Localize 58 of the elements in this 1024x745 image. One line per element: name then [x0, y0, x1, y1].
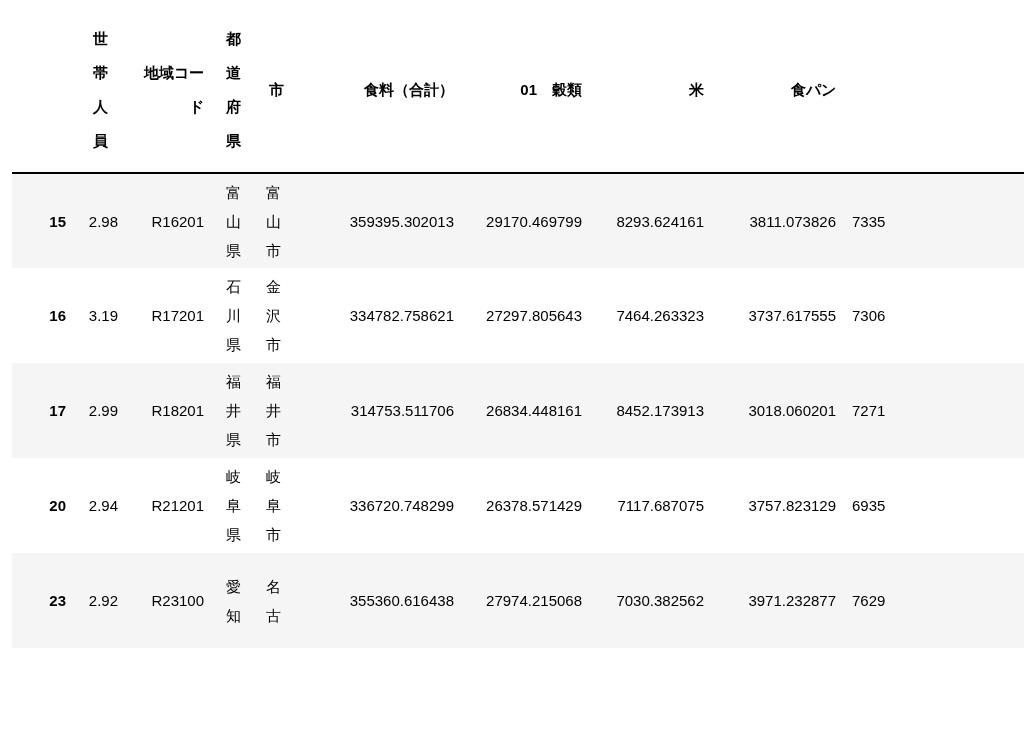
table-cell: 26834.448161	[486, 402, 582, 419]
table-cell: 3737.617555	[748, 307, 836, 324]
table-cell: R23100	[151, 592, 204, 609]
table-cell-text: 岐阜県	[225, 467, 241, 545]
row-index: 16	[49, 307, 66, 324]
column-header: 市	[269, 80, 284, 100]
table-cell: 6935	[852, 497, 886, 514]
table-cell: 27974.215068	[486, 592, 582, 609]
table-cell: 359395.302013	[349, 212, 454, 230]
table-cell: 27297.805643	[486, 307, 582, 324]
table-cell: 7030.382562	[616, 592, 704, 609]
column-header: 食パン	[791, 80, 836, 100]
table-cell: 3971.232877	[748, 592, 836, 609]
row-index: 15	[49, 212, 66, 230]
table-cell: 26378.571429	[486, 497, 582, 514]
table-cell: 7335	[852, 212, 886, 230]
table-cell-text: 金沢市	[265, 277, 281, 355]
table-cell: 355360.616438	[349, 592, 454, 609]
table-cell-text: 石川県	[225, 277, 241, 355]
table-cell: 29170.469799	[486, 212, 582, 230]
table-cell: R17201	[151, 307, 204, 324]
column-header: 世帯人員	[92, 29, 108, 151]
table-cell: 2.99	[88, 402, 118, 419]
table-cell: 7306	[852, 307, 886, 324]
table-cell: 3757.823129	[748, 497, 836, 514]
table-cell: 336720.748299	[349, 497, 454, 514]
table-cell: 7271	[852, 402, 886, 419]
row-index: 23	[49, 592, 66, 609]
column-header: 地域コード	[144, 63, 204, 117]
table-cell: 7117.687075	[617, 497, 704, 514]
table-cell: 314753.511706	[350, 402, 454, 419]
row-index: 17	[49, 402, 66, 419]
table-cell: 334782.758621	[349, 307, 454, 324]
table-cell: 8452.173913	[616, 402, 704, 419]
table-cell: R18201	[151, 402, 204, 419]
table-cell: 3.19	[88, 307, 118, 324]
table-cell-text: 富山県	[225, 182, 241, 261]
row-index: 20	[49, 497, 66, 514]
column-header: 米	[689, 80, 704, 100]
table-cell: 2.94	[88, 497, 118, 514]
table-cell-text: 愛知	[225, 576, 241, 626]
column-header: 食料（合計）	[364, 80, 454, 100]
table-cell: R16201	[151, 212, 204, 230]
table-cell: 2.98	[88, 212, 118, 230]
table-cell: 8293.624161	[616, 212, 704, 230]
table-cell-text: 富山市	[265, 182, 281, 261]
table-cell: 7629	[852, 592, 886, 609]
table-cell-text: 福井市	[265, 372, 281, 450]
table-cell-text: 岐阜市	[265, 467, 281, 545]
table-cell: 3018.060201	[748, 402, 836, 419]
table-cell-text: 名古	[265, 576, 281, 626]
column-header: 都道府県	[225, 29, 241, 151]
table-cell: R21201	[151, 497, 204, 514]
column-header: 01 穀類	[520, 80, 582, 100]
table-cell: 3811.073826	[749, 212, 836, 230]
table-cell-text: 福井県	[225, 372, 241, 450]
table-cell: 2.92	[88, 592, 118, 609]
table-cell: 7464.263323	[616, 307, 704, 324]
